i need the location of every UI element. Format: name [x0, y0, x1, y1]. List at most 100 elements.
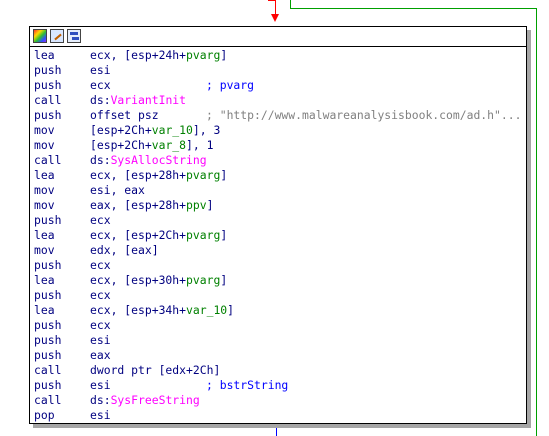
- color-palette-icon[interactable]: [33, 29, 47, 43]
- local-var[interactable]: pvarg: [186, 168, 220, 182]
- instruction-line[interactable]: lea ecx, [esp+2Ch+pvarg]: [34, 228, 526, 243]
- api-name[interactable]: VariantInit: [111, 93, 186, 107]
- instruction-line[interactable]: mov [esp+2Ch+var_10], 3: [34, 123, 526, 138]
- operands: esi: [90, 333, 111, 348]
- mnemonic: push: [34, 348, 62, 362]
- instruction-line[interactable]: lea ecx, [esp+28h+pvarg]: [34, 168, 526, 183]
- mnemonic: lea: [34, 168, 55, 182]
- operands: esi, eax: [90, 183, 145, 198]
- instruction-line[interactable]: push eax: [34, 348, 526, 363]
- instruction-line[interactable]: call dword ptr [edx+2Ch]: [34, 363, 526, 378]
- instruction-line[interactable]: mov [esp+2Ch+var_8], 1: [34, 138, 526, 153]
- local-var[interactable]: pvarg: [186, 273, 220, 287]
- mnemonic: mov: [34, 123, 55, 137]
- local-var[interactable]: var_10: [186, 303, 227, 317]
- instruction-line[interactable]: push ecx: [34, 258, 526, 273]
- operand-text: ds:: [90, 93, 111, 107]
- graph-overview-icon[interactable]: [67, 29, 81, 43]
- operands: dword ptr [edx+2Ch]: [90, 363, 220, 378]
- operand-text: [esp+2Ch+: [90, 123, 152, 137]
- operands: ds:SysAllocString: [90, 153, 207, 168]
- api-name[interactable]: SysAllocString: [111, 153, 207, 167]
- instruction-line[interactable]: mov eax, [esp+28h+ppv]: [34, 198, 526, 213]
- operand-text: ds:: [90, 153, 111, 167]
- operands: ecx, [esp+24h+pvarg]: [90, 48, 227, 63]
- mnemonic: push: [34, 288, 62, 302]
- comment: ; bstrString: [206, 378, 289, 392]
- instruction-line[interactable]: push ecx: [34, 288, 526, 303]
- operand-text: esi: [90, 408, 111, 422]
- mnemonic: mov: [34, 243, 55, 257]
- mnemonic: mov: [34, 198, 55, 212]
- operands: ds:VariantInit: [90, 93, 186, 108]
- local-var[interactable]: pvarg: [186, 228, 220, 242]
- mnemonic: lea: [34, 303, 55, 317]
- operand-text: ecx: [90, 78, 111, 92]
- local-var[interactable]: var_10: [152, 123, 193, 137]
- operand-text: ecx: [90, 288, 111, 302]
- instruction-line[interactable]: lea ecx, [esp+24h+pvarg]: [34, 48, 526, 63]
- instruction-line[interactable]: push offset psz ; "http://www.malwareanaly…: [34, 108, 526, 123]
- instruction-line[interactable]: lea ecx, [esp+30h+pvarg]: [34, 273, 526, 288]
- api-name[interactable]: SysFreeString: [111, 393, 200, 407]
- operand-text: offset psz: [90, 108, 159, 122]
- flow-edge: [276, 424, 277, 436]
- instruction-line[interactable]: call ds:SysAllocString: [34, 153, 526, 168]
- operand-text: ecx, [esp+2Ch+: [90, 228, 187, 242]
- operands: eax: [90, 348, 111, 363]
- operand-text: ecx, [esp+28h+: [90, 168, 187, 182]
- mnemonic: push: [34, 213, 62, 227]
- basic-block-node[interactable]: lea ecx, [esp+24h+pvarg] push esi push ecx; p…: [29, 26, 527, 424]
- operand-text: esi: [90, 378, 111, 392]
- instruction-line[interactable]: push esi: [34, 63, 526, 78]
- instruction-line[interactable]: push ecx: [34, 318, 526, 333]
- operand-text: ], 3: [192, 123, 221, 137]
- operands: esi: [90, 408, 111, 423]
- operand-text: ecx, [esp+34h+: [90, 303, 187, 317]
- instruction-line[interactable]: pop esi: [34, 408, 526, 423]
- mnemonic: mov: [34, 183, 55, 197]
- instruction-line[interactable]: push ecx: [34, 213, 526, 228]
- operand-text: ]: [227, 303, 235, 317]
- operands: edx, [eax]: [90, 243, 159, 258]
- true-branch-edge: [290, 0, 291, 8]
- comment: ; pvarg: [206, 78, 255, 92]
- operand-text: esi: [90, 63, 111, 77]
- local-var[interactable]: pvarg: [186, 48, 220, 62]
- mnemonic: pop: [34, 408, 55, 422]
- mnemonic: call: [34, 153, 62, 167]
- operand-text: dword ptr [edx+2Ch]: [90, 363, 221, 377]
- instruction-line[interactable]: push esi: [34, 333, 526, 348]
- instruction-line[interactable]: mov esi, eax: [34, 183, 526, 198]
- instruction-line[interactable]: call ds:VariantInit: [34, 93, 526, 108]
- operands: ecx, [esp+34h+var_10]: [90, 303, 234, 318]
- disassembly-listing: lea ecx, [esp+24h+pvarg] push esi push ecx; p…: [30, 47, 526, 423]
- operands: ecx, [esp+2Ch+pvarg]: [90, 228, 227, 243]
- local-var[interactable]: ppv: [186, 198, 207, 212]
- operands: [esp+2Ch+var_10], 3: [90, 123, 220, 138]
- mnemonic: push: [34, 63, 62, 77]
- operands: ecx: [90, 78, 111, 93]
- mnemonic: lea: [34, 48, 55, 62]
- operand-text: ecx: [90, 258, 111, 272]
- operand-text: edx, [eax]: [90, 243, 159, 257]
- instruction-line[interactable]: push ecx ; pvarg: [34, 78, 526, 93]
- local-var[interactable]: var_8: [152, 138, 186, 152]
- mnemonic: push: [34, 318, 62, 332]
- operands: esi: [90, 378, 111, 393]
- instruction-line[interactable]: mov edx, [eax]: [34, 243, 526, 258]
- mnemonic: lea: [34, 273, 55, 287]
- instruction-line[interactable]: push esi ; bstrString: [34, 378, 526, 393]
- instruction-line[interactable]: lea ecx, [esp+34h+var_10]: [34, 303, 526, 318]
- operand-text: ds:: [90, 393, 111, 407]
- mnemonic: push: [34, 78, 62, 92]
- instruction-line[interactable]: call ds:SysFreeString: [34, 393, 526, 408]
- mnemonic: push: [34, 108, 62, 122]
- edit-node-icon[interactable]: [50, 29, 64, 43]
- mnemonic: call: [34, 393, 62, 407]
- mnemonic: mov: [34, 138, 55, 152]
- true-branch-edge: [290, 8, 536, 9]
- operands: eax, [esp+28h+ppv]: [90, 198, 213, 213]
- operands: ecx, [esp+28h+pvarg]: [90, 168, 227, 183]
- operand-text: ], 1: [186, 138, 214, 152]
